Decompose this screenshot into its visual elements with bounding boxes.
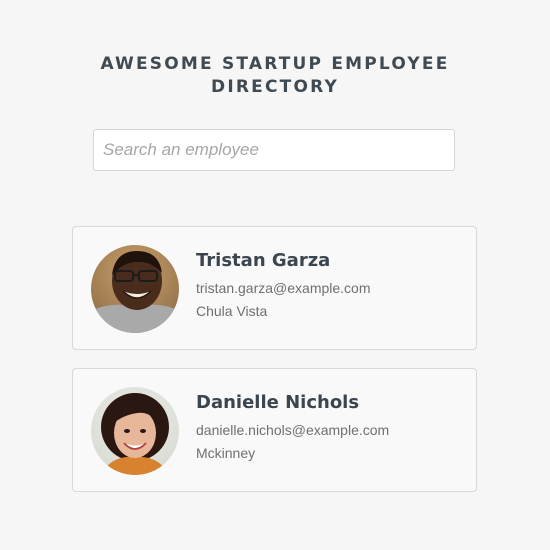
avatar-photo-danielle — [91, 387, 179, 475]
page-title-line-1: AWESOME STARTUP EMPLOYEE — [100, 54, 450, 74]
employee-email: danielle.nichols@example.com — [196, 422, 390, 438]
search-box — [93, 129, 455, 171]
employee-card[interactable]: Tristan Garza tristan.garza@example.com … — [72, 226, 477, 350]
employee-card[interactable]: Danielle Nichols danielle.nichols@exampl… — [72, 368, 477, 492]
employee-city: Mckinney — [196, 445, 256, 461]
employee-name: Danielle Nichols — [196, 392, 360, 413]
employee-directory-page: AWESOME STARTUP EMPLOYEE DIRECTORY Searc… — [0, 0, 550, 550]
page-title: AWESOME STARTUP EMPLOYEE DIRECTORY — [0, 53, 550, 99]
employee-name: Tristan Garza — [196, 250, 331, 271]
employee-city: Chula Vista — [196, 303, 268, 319]
employee-info: Danielle Nichols danielle.nichols@exampl… — [196, 391, 389, 462]
search-input[interactable] — [94, 130, 454, 170]
page-title-line-2: DIRECTORY — [211, 77, 339, 97]
avatar-photo-tristan — [91, 245, 179, 333]
employee-info: Tristan Garza tristan.garza@example.com … — [196, 249, 371, 320]
employee-email: tristan.garza@example.com — [196, 280, 371, 296]
avatar — [91, 245, 179, 333]
avatar — [91, 387, 179, 475]
